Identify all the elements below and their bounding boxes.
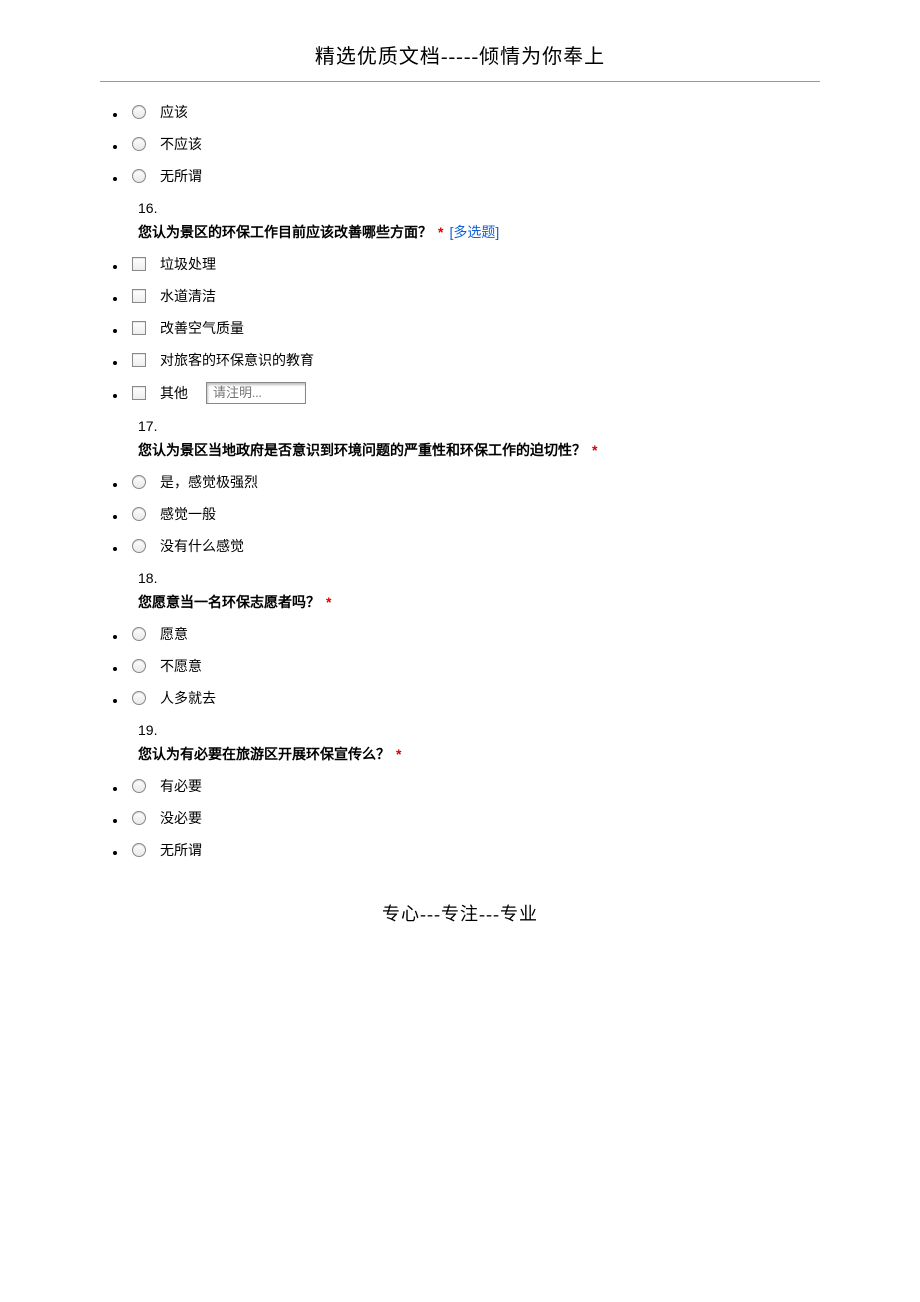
- q16-option-2[interactable]: 水道清洁: [132, 286, 820, 306]
- q17-option-1[interactable]: 是，感觉极强烈: [132, 472, 820, 492]
- checkbox-icon[interactable]: [132, 257, 146, 271]
- page-header: 精选优质文档-----倾情为你奉上: [100, 40, 820, 75]
- radio-icon[interactable]: [132, 779, 146, 793]
- question-19: 19. 您认为有必要在旅游区开展环保宣传么？ *: [138, 722, 820, 764]
- option-label: 改善空气质量: [160, 318, 244, 338]
- q18-option-3[interactable]: 人多就去: [132, 688, 820, 708]
- question-text: 您认为有必要在旅游区开展环保宣传么？: [138, 744, 390, 764]
- radio-icon[interactable]: [132, 691, 146, 705]
- checkbox-icon[interactable]: [132, 289, 146, 303]
- required-star: *: [396, 746, 401, 762]
- q19-options: 有必要 没必要 无所谓: [100, 776, 820, 860]
- q17-option-3[interactable]: 没有什么感觉: [132, 536, 820, 556]
- q16-option-1[interactable]: 垃圾处理: [132, 254, 820, 274]
- option-label: 不愿意: [160, 656, 202, 676]
- required-star: *: [592, 442, 597, 458]
- q16-option-3[interactable]: 改善空气质量: [132, 318, 820, 338]
- radio-icon[interactable]: [132, 507, 146, 521]
- checkbox-icon[interactable]: [132, 386, 146, 400]
- header-divider: [100, 81, 820, 82]
- option-label: 人多就去: [160, 688, 216, 708]
- radio-icon[interactable]: [132, 539, 146, 553]
- q16-option-other[interactable]: 其他: [132, 382, 820, 404]
- radio-icon[interactable]: [132, 169, 146, 183]
- q16-options: 垃圾处理 水道清洁 改善空气质量 对旅客的环保意识的教育 其他: [100, 254, 820, 404]
- question-number: 19.: [138, 722, 820, 738]
- multi-select-tag: [多选题]: [449, 222, 499, 242]
- option-label: 应该: [160, 102, 188, 122]
- radio-icon[interactable]: [132, 137, 146, 151]
- q18-options: 愿意 不愿意 人多就去: [100, 624, 820, 708]
- required-star: *: [326, 594, 331, 610]
- question-text: 您愿意当一名环保志愿者吗？: [138, 592, 320, 612]
- q18-option-2[interactable]: 不愿意: [132, 656, 820, 676]
- q17-option-2[interactable]: 感觉一般: [132, 504, 820, 524]
- checkbox-icon[interactable]: [132, 353, 146, 367]
- question-text: 您认为景区的环保工作目前应该改善哪些方面？: [138, 222, 432, 242]
- question-text: 您认为景区当地政府是否意识到环境问题的严重性和环保工作的迫切性？: [138, 440, 586, 460]
- document-page: 精选优质文档-----倾情为你奉上 应该 不应该 无所谓 16. 您认为景区的环…: [0, 0, 920, 966]
- q15-options: 应该 不应该 无所谓: [100, 102, 820, 186]
- q17-options: 是，感觉极强烈 感觉一般 没有什么感觉: [100, 472, 820, 556]
- q18-option-1[interactable]: 愿意: [132, 624, 820, 644]
- option-label: 愿意: [160, 624, 188, 644]
- radio-icon[interactable]: [132, 475, 146, 489]
- q15-option-2[interactable]: 不应该: [132, 134, 820, 154]
- q16-option-4[interactable]: 对旅客的环保意识的教育: [132, 350, 820, 370]
- required-star: *: [438, 224, 443, 240]
- option-label: 没必要: [160, 808, 202, 828]
- page-footer: 专心---专注---专业: [100, 900, 820, 926]
- radio-icon[interactable]: [132, 627, 146, 641]
- q19-option-1[interactable]: 有必要: [132, 776, 820, 796]
- question-number: 18.: [138, 570, 820, 586]
- question-17: 17. 您认为景区当地政府是否意识到环境问题的严重性和环保工作的迫切性？ *: [138, 418, 820, 460]
- q15-option-1[interactable]: 应该: [132, 102, 820, 122]
- other-input[interactable]: [206, 382, 306, 404]
- option-label: 垃圾处理: [160, 254, 216, 274]
- option-label: 无所谓: [160, 166, 202, 186]
- question-number: 17.: [138, 418, 820, 434]
- question-18: 18. 您愿意当一名环保志愿者吗？ *: [138, 570, 820, 612]
- option-label: 其他: [160, 383, 188, 403]
- option-label: 无所谓: [160, 840, 202, 860]
- option-label: 没有什么感觉: [160, 536, 244, 556]
- checkbox-icon[interactable]: [132, 321, 146, 335]
- option-label: 对旅客的环保意识的教育: [160, 350, 314, 370]
- question-number: 16.: [138, 200, 820, 216]
- option-label: 是，感觉极强烈: [160, 472, 258, 492]
- q19-option-3[interactable]: 无所谓: [132, 840, 820, 860]
- radio-icon[interactable]: [132, 811, 146, 825]
- radio-icon[interactable]: [132, 105, 146, 119]
- q19-option-2[interactable]: 没必要: [132, 808, 820, 828]
- option-label: 水道清洁: [160, 286, 216, 306]
- option-label: 不应该: [160, 134, 202, 154]
- radio-icon[interactable]: [132, 659, 146, 673]
- q15-option-3[interactable]: 无所谓: [132, 166, 820, 186]
- option-label: 有必要: [160, 776, 202, 796]
- radio-icon[interactable]: [132, 843, 146, 857]
- option-label: 感觉一般: [160, 504, 216, 524]
- question-16: 16. 您认为景区的环保工作目前应该改善哪些方面？ * [多选题]: [138, 200, 820, 242]
